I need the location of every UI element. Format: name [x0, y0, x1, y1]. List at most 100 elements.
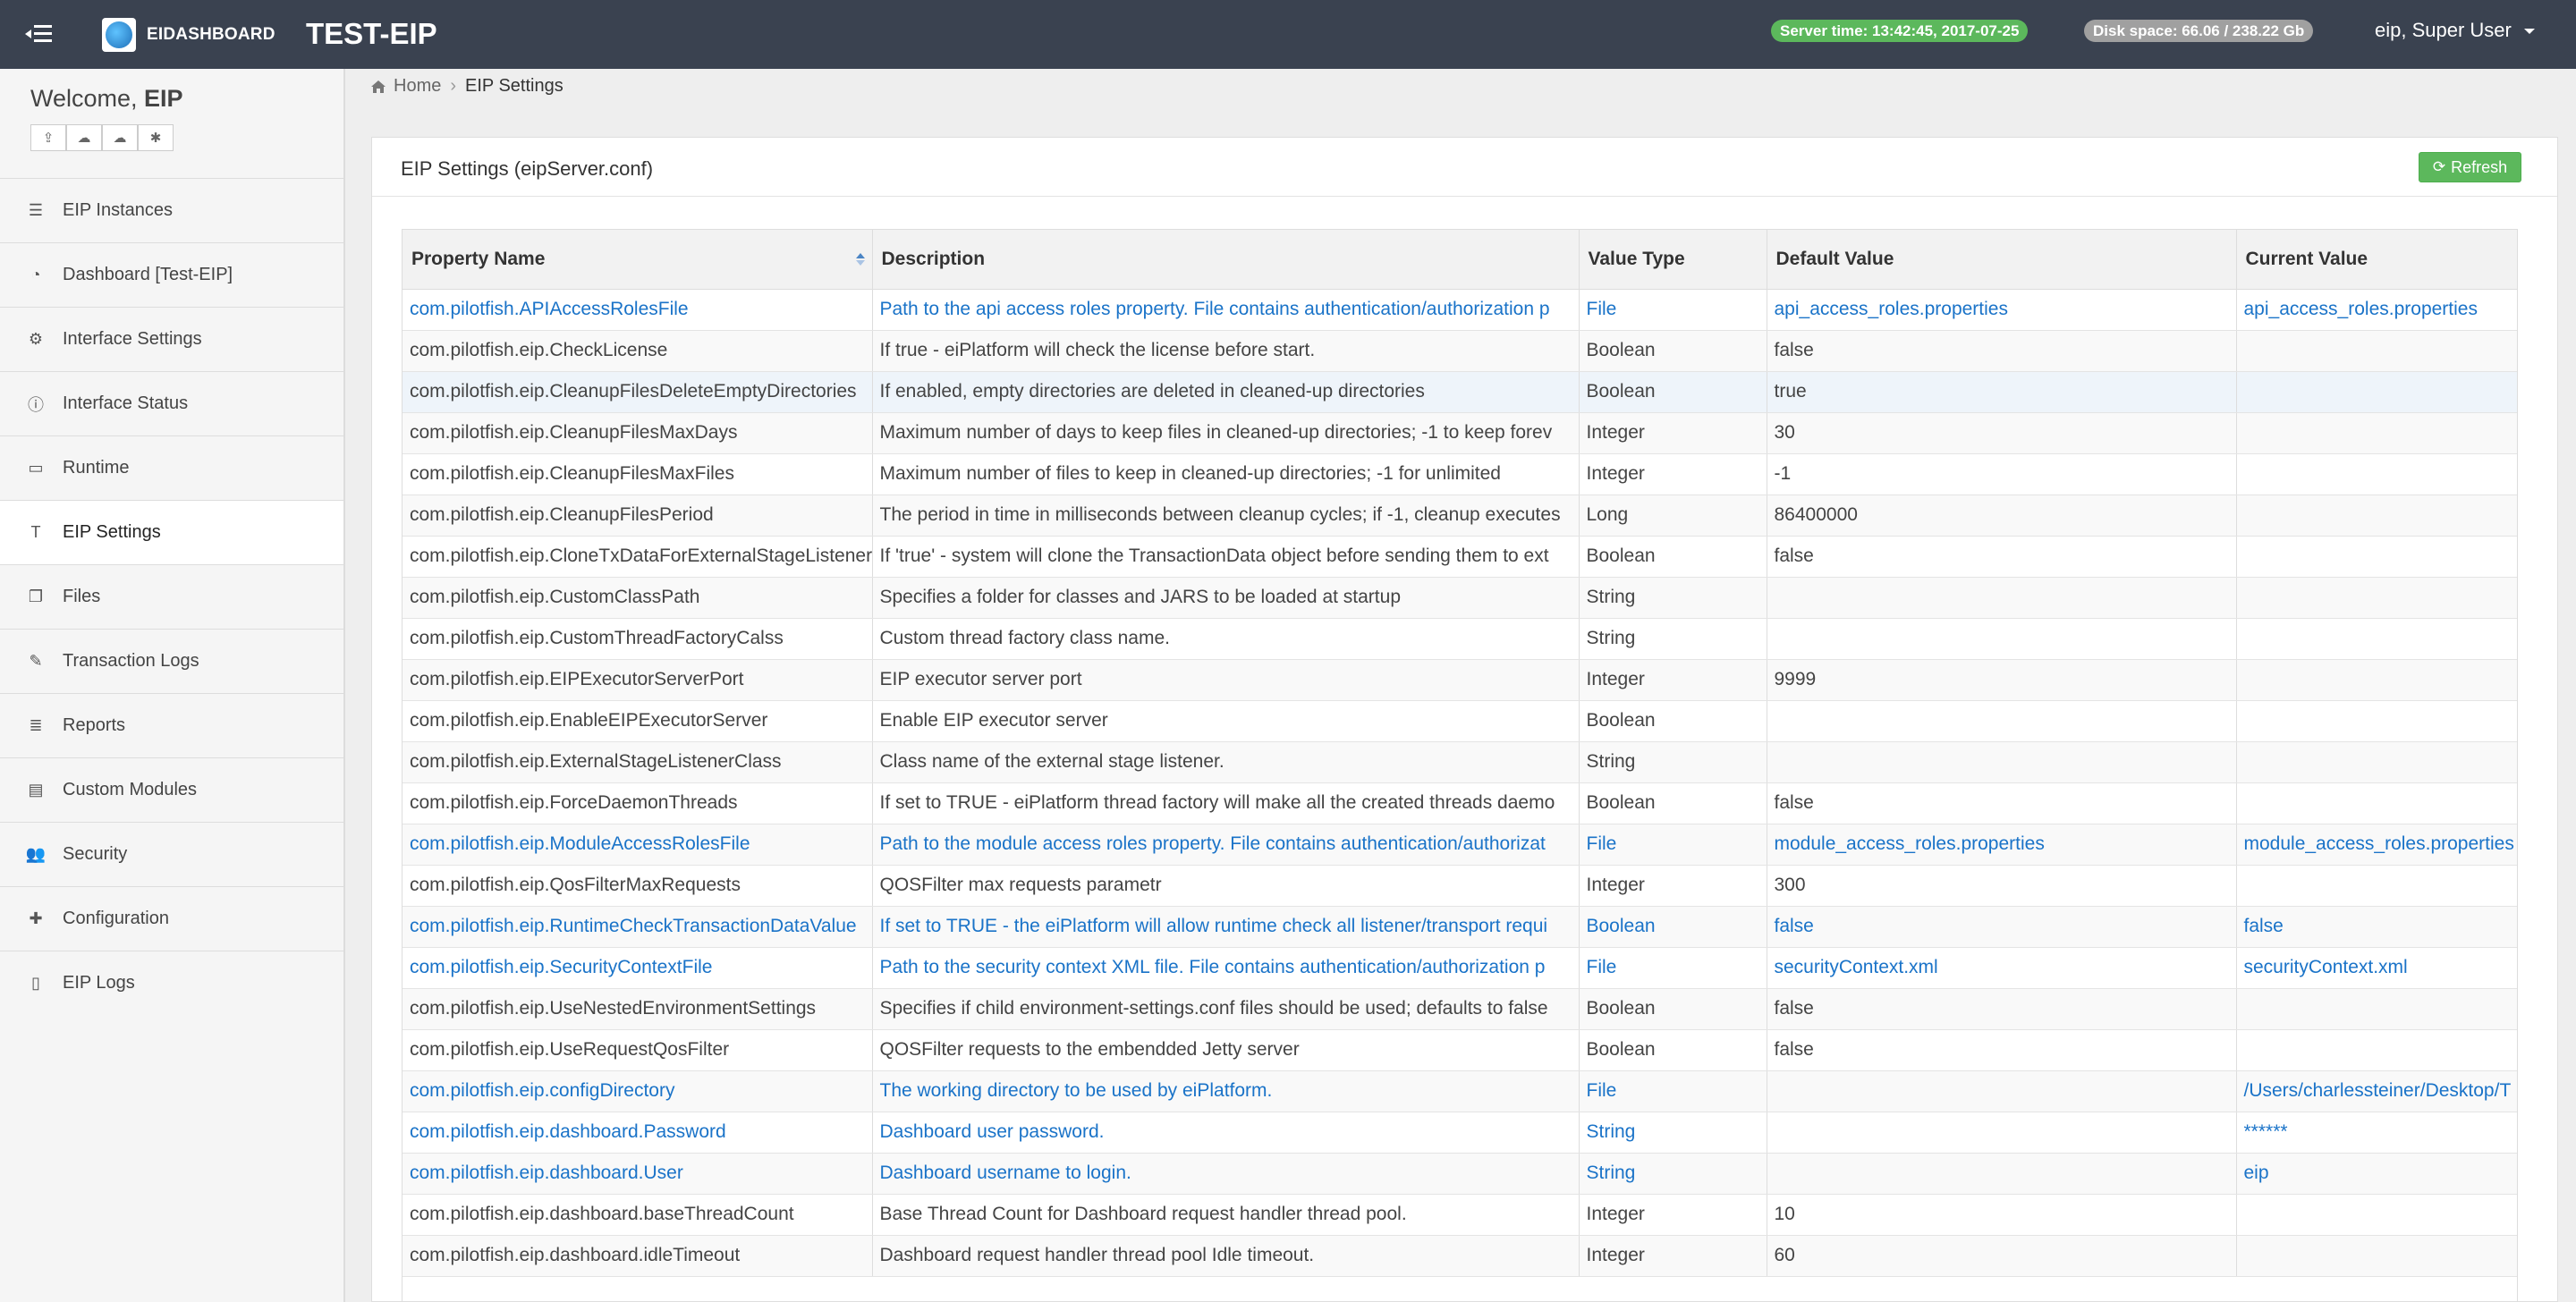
- description-cell: QOSFilter max requests parametr: [872, 865, 1580, 907]
- table-row[interactable]: com.pilotfish.eip.configDirectory The wor…: [402, 1070, 2517, 1112]
- cloud-download-icon[interactable]: ☁: [102, 124, 138, 151]
- sidebar-item-interface-settings[interactable]: ⚙ Interface Settings: [0, 307, 343, 371]
- default-value-cell: api_access_roles.properties: [1767, 289, 2237, 331]
- table-body: com.pilotfish.APIAccessRolesFile Path to …: [402, 289, 2517, 1277]
- breadcrumb-separator: ›: [450, 76, 457, 96]
- cloud-upload-icon[interactable]: ☁: [66, 124, 102, 151]
- user-menu-dropdown[interactable]: eip, Super User: [2375, 19, 2535, 42]
- sidebar-item-security[interactable]: 👥 Security: [0, 822, 343, 886]
- table-row[interactable]: com.pilotfish.eip.CleanupFilesPeriod The …: [402, 495, 2517, 537]
- default-value-cell: [1767, 700, 2237, 742]
- menu-bar-icon: [34, 32, 52, 35]
- column-label: Current Value: [2245, 248, 2368, 269]
- sidebar-item-files[interactable]: ❐ Files: [0, 564, 343, 629]
- sidebar-item-label: Interface Status: [63, 393, 189, 413]
- table-row[interactable]: com.pilotfish.eip.ModuleAccessRolesFile P…: [402, 824, 2517, 866]
- table-row[interactable]: com.pilotfish.eip.dashboard.User Dashboar…: [402, 1153, 2517, 1195]
- table-row[interactable]: com.pilotfish.eip.UseNestedEnvironmentSe…: [402, 988, 2517, 1030]
- table-row[interactable]: com.pilotfish.eip.ExternalStageListenerC…: [402, 741, 2517, 783]
- table-row[interactable]: com.pilotfish.eip.CloneTxDataForExternal…: [402, 536, 2517, 578]
- table-row[interactable]: com.pilotfish.eip.RuntimeCheckTransactio…: [402, 906, 2517, 948]
- value-type-cell: Boolean: [1579, 782, 1767, 824]
- upload-icon[interactable]: ⇪: [30, 124, 66, 151]
- property-name-cell: com.pilotfish.eip.ForceDaemonThreads: [402, 782, 873, 824]
- value-type-cell: File: [1579, 289, 1767, 331]
- column-header-default-value[interactable]: Default Value: [1767, 230, 2237, 290]
- property-name-cell: com.pilotfish.eip.RuntimeCheckTransactio…: [402, 906, 873, 948]
- environment-title: TEST-EIP: [306, 17, 437, 50]
- value-type-cell: Integer: [1579, 865, 1767, 907]
- table-row[interactable]: com.pilotfish.eip.dashboard.baseThreadCo…: [402, 1194, 2517, 1236]
- value-type-cell: Boolean: [1579, 536, 1767, 578]
- app-logo[interactable]: [102, 18, 136, 52]
- table-row[interactable]: com.pilotfish.eip.EIPExecutorServerPort E…: [402, 659, 2517, 701]
- sidebar-item-reports[interactable]: ≣ Reports: [0, 693, 343, 757]
- table-row[interactable]: com.pilotfish.APIAccessRolesFile Path to …: [402, 289, 2517, 331]
- description-cell: If true - eiPlatform will check the lice…: [872, 330, 1580, 372]
- table-row[interactable]: com.pilotfish.eip.CleanupFilesDeleteEmpt…: [402, 371, 2517, 413]
- panel-title: EIP Settings (eipServer.conf): [401, 157, 654, 180]
- sidebar-item-dashboard-test-eip[interactable]: ◔ Dashboard [Test-EIP]: [0, 242, 343, 307]
- table-row[interactable]: com.pilotfish.eip.EnableEIPExecutorServe…: [402, 700, 2517, 742]
- table-row[interactable]: com.pilotfish.eip.dashboard.Password Dash…: [402, 1112, 2517, 1154]
- property-name-cell: com.pilotfish.eip.CleanupFilesMaxFiles: [402, 453, 873, 495]
- description-cell: If enabled, empty directories are delete…: [872, 371, 1580, 413]
- value-type-cell: String: [1579, 1153, 1767, 1195]
- property-name-cell: com.pilotfish.eip.dashboard.Password: [402, 1112, 873, 1154]
- current-value-cell: ******: [2236, 1112, 2517, 1154]
- collapse-arrow-icon: [25, 30, 31, 38]
- table-row[interactable]: com.pilotfish.eip.CustomThreadFactoryCal…: [402, 618, 2517, 660]
- default-value-cell: false: [1767, 988, 2237, 1030]
- sidebar-item-label: EIP Instances: [63, 200, 174, 220]
- current-value-cell: [2236, 1029, 2517, 1071]
- column-header-current-value[interactable]: Current Value: [2236, 230, 2517, 290]
- sidebar-item-eip-instances[interactable]: ☰ EIP Instances: [0, 178, 343, 242]
- bug-icon[interactable]: ✱: [138, 124, 174, 151]
- text-icon: T: [30, 523, 41, 541]
- app-name[interactable]: EIDASHBOARD: [147, 25, 275, 45]
- table-row[interactable]: com.pilotfish.eip.dashboard.idleTimeout D…: [402, 1235, 2517, 1277]
- description-cell: Path to the api access roles property. F…: [872, 289, 1580, 331]
- table-row[interactable]: com.pilotfish.eip.CustomClassPath Specifi…: [402, 577, 2517, 619]
- refresh-button[interactable]: ⟳ Refresh: [2419, 152, 2521, 182]
- table-row[interactable]: com.pilotfish.eip.QosFilterMaxRequests QO…: [402, 865, 2517, 907]
- sidebar-item-label: Interface Settings: [63, 329, 202, 349]
- column-header-description[interactable]: Description: [872, 230, 1580, 290]
- table-row[interactable]: com.pilotfish.eip.ForceDaemonThreads If s…: [402, 782, 2517, 824]
- sidebar-item-eip-settings[interactable]: T EIP Settings: [0, 500, 343, 564]
- current-value-cell: [2236, 453, 2517, 495]
- sidebar-toggle-button[interactable]: [25, 20, 61, 48]
- column-header-property-name[interactable]: Property Name: [402, 230, 873, 290]
- sidebar-item-interface-status[interactable]: ⓘ Interface Status: [0, 371, 343, 435]
- default-value-cell: [1767, 577, 2237, 619]
- column-header-value-type[interactable]: Value Type: [1579, 230, 1767, 290]
- sidebar-item-label: Dashboard [Test-EIP]: [63, 265, 233, 284]
- property-name-cell: com.pilotfish.eip.dashboard.User: [402, 1153, 873, 1195]
- welcome-username: EIP: [144, 85, 183, 112]
- settings-table: Property Name Description Value Type Def…: [402, 230, 2517, 1277]
- panel-header: EIP Settings (eipServer.conf) ⟳ Refresh: [372, 138, 2557, 197]
- sidebar-item-label: Custom Modules: [63, 780, 198, 799]
- sidebar-item-custom-modules[interactable]: ▤ Custom Modules: [0, 757, 343, 822]
- current-value-cell: false: [2236, 906, 2517, 948]
- table-row[interactable]: com.pilotfish.eip.SecurityContextFile Pat…: [402, 947, 2517, 989]
- breadcrumb-home-link[interactable]: Home: [394, 76, 441, 97]
- table-row[interactable]: com.pilotfish.eip.UseRequestQosFilter QOS…: [402, 1029, 2517, 1071]
- description-cell: Specifies if child environment-settings.…: [872, 988, 1580, 1030]
- default-value-cell: 9999: [1767, 659, 2237, 701]
- sidebar-item-label: Files: [63, 587, 101, 606]
- description-cell: Maximum number of files to keep in clean…: [872, 453, 1580, 495]
- sidebar-item-configuration[interactable]: ✚ Configuration: [0, 886, 343, 951]
- sidebar-item-eip-logs[interactable]: ▯ EIP Logs: [0, 951, 343, 1015]
- table-row[interactable]: com.pilotfish.eip.CleanupFilesMaxDays Max…: [402, 412, 2517, 454]
- current-value-cell: [2236, 988, 2517, 1030]
- table-row[interactable]: com.pilotfish.eip.CleanupFilesMaxFiles Ma…: [402, 453, 2517, 495]
- table-row[interactable]: com.pilotfish.eip.CheckLicense If true - …: [402, 330, 2517, 372]
- default-value-cell: 10: [1767, 1194, 2237, 1236]
- sidebar-item-runtime[interactable]: ▭ Runtime: [0, 435, 343, 500]
- value-type-cell: Boolean: [1579, 906, 1767, 948]
- property-name-cell: com.pilotfish.eip.ModuleAccessRolesFile: [402, 824, 873, 866]
- default-value-cell: securityContext.xml: [1767, 947, 2237, 989]
- sidebar-item-transaction-logs[interactable]: ✎ Transaction Logs: [0, 629, 343, 693]
- description-cell: Custom thread factory class name.: [872, 618, 1580, 660]
